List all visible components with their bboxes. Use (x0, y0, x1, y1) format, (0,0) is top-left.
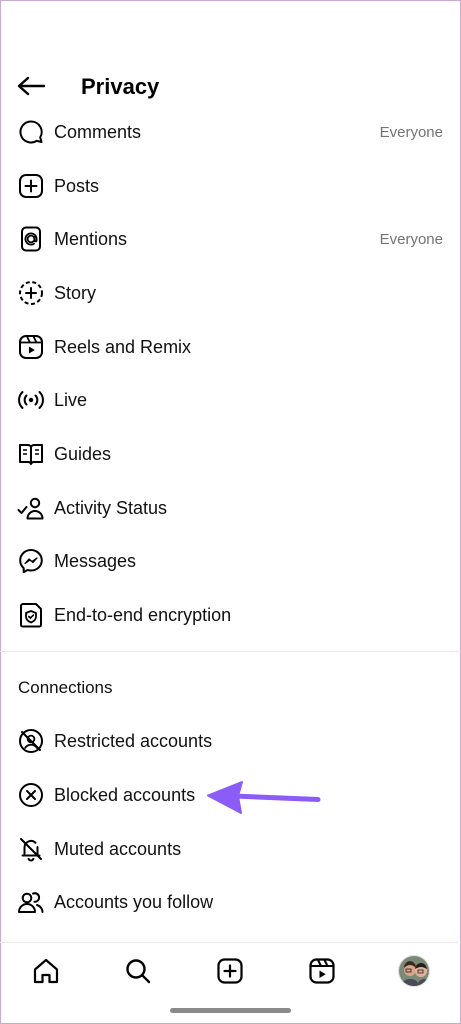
home-icon[interactable] (30, 955, 62, 987)
activity-status-icon (17, 494, 45, 522)
settings-item-story[interactable]: Story (0, 266, 461, 320)
settings-item-messages[interactable]: Messages (0, 534, 461, 588)
settings-item-label: End-to-end encryption (54, 604, 232, 625)
settings-item-value: Everyone (379, 230, 443, 248)
back-arrow-icon[interactable] (16, 72, 46, 100)
settings-item-guides[interactable]: Guides (0, 427, 461, 481)
home-indicator (170, 1008, 291, 1013)
page-title: Privacy (81, 74, 160, 99)
search-icon[interactable] (122, 955, 154, 987)
reels-icon[interactable] (306, 955, 338, 987)
at-icon (17, 225, 45, 253)
settings-item-label: Accounts you follow (54, 891, 214, 912)
section-divider (0, 651, 461, 652)
settings-item-restricted-accounts[interactable]: Restricted accounts (0, 714, 461, 768)
plus-square-icon (17, 172, 45, 200)
settings-item-live[interactable]: Live (0, 373, 461, 427)
settings-item-reels[interactable]: Reels and Remix (0, 320, 461, 374)
settings-item-label: Comments (54, 121, 142, 142)
live-icon (17, 386, 45, 414)
settings-item-label: Posts (54, 175, 100, 196)
settings-item-accounts-you-follow[interactable]: Accounts you follow (0, 875, 461, 929)
settings-item-label: Live (54, 389, 88, 410)
settings-item-label: Mentions (54, 228, 128, 249)
settings-item-muted-accounts[interactable]: Muted accounts (0, 822, 461, 876)
settings-item-label: Restricted accounts (54, 730, 213, 751)
annotation-arrow (204, 780, 322, 816)
following-icon (17, 888, 45, 916)
restricted-icon (17, 727, 45, 755)
muted-bell-icon (17, 835, 45, 863)
settings-item-value: Everyone (379, 123, 443, 141)
section-title-connections: Connections (18, 678, 113, 697)
settings-item-label: Guides (54, 443, 112, 464)
messenger-icon (17, 547, 45, 575)
create-icon[interactable] (214, 955, 246, 987)
settings-item-posts[interactable]: Posts (0, 159, 461, 213)
settings-item-label: Blocked accounts (54, 784, 196, 805)
blocked-icon (17, 781, 45, 809)
settings-item-label: Muted accounts (54, 838, 182, 859)
bottom-navigation (0, 943, 461, 999)
story-icon (17, 279, 45, 307)
settings-item-label: Reels and Remix (54, 336, 192, 357)
guides-icon (17, 440, 45, 468)
settings-item-label: Story (54, 282, 97, 303)
settings-item-activity-status[interactable]: Activity Status (0, 481, 461, 535)
top-bar: Privacy (0, 64, 461, 108)
settings-item-mentions[interactable]: Mentions Everyone (0, 212, 461, 266)
comment-icon (17, 118, 45, 146)
settings-item-encryption[interactable]: End-to-end encryption (0, 588, 461, 642)
profile-avatar[interactable] (398, 955, 430, 987)
encryption-icon (17, 601, 45, 629)
reels-icon (17, 333, 45, 361)
settings-item-label: Messages (54, 550, 137, 571)
settings-item-label: Activity Status (54, 497, 168, 518)
settings-item-comments[interactable]: Comments Everyone (0, 105, 461, 159)
